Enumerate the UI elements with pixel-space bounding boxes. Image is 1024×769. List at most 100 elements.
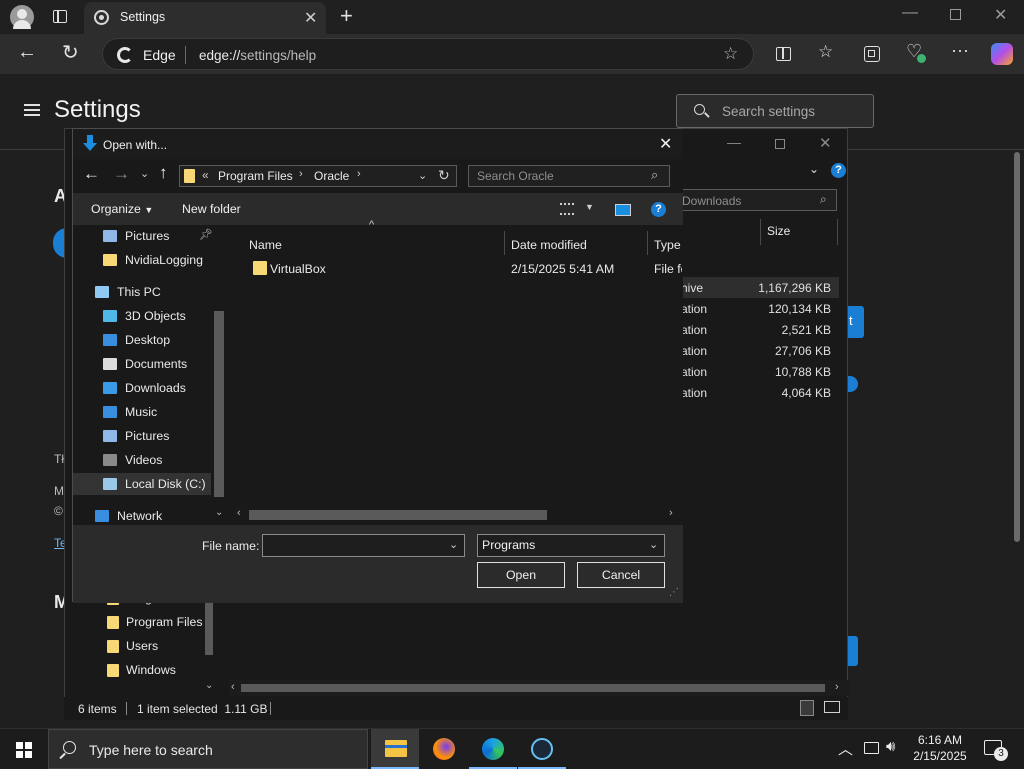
split-screen-icon[interactable] — [776, 47, 791, 61]
chevron-down-icon: ▼ — [144, 205, 154, 215]
download-row-type: ation — [681, 302, 708, 316]
breadcrumb-item-oracle[interactable]: Oracle — [314, 169, 349, 183]
pictures-icon — [103, 230, 117, 242]
expand-ribbon-icon[interactable]: ⌄ — [809, 162, 819, 176]
organize-button[interactable]: Organize ▼ — [91, 202, 153, 216]
details-view-icon[interactable] — [800, 700, 814, 716]
nav-scroll-down-icon[interactable]: ⌄ — [215, 507, 223, 518]
nav-item-label: 3D Objects — [125, 309, 186, 323]
view-options-icon[interactable] — [560, 203, 574, 215]
recent-locations-icon[interactable]: ⌄ — [140, 167, 149, 180]
new-tab-icon[interactable]: + — [340, 3, 353, 29]
browser-tab-bar: Settings ✕ + — ✕ — [0, 0, 1024, 34]
column-header-name[interactable]: Name — [249, 238, 282, 252]
menu-icon[interactable] — [24, 104, 40, 116]
folder-icon — [107, 664, 119, 677]
download-row-size: 1,167,296 KB — [758, 281, 831, 295]
show-hidden-icons-icon[interactable]: ︿ — [838, 738, 853, 759]
clock-date: 2/15/2025 — [913, 749, 967, 763]
nav-scrollbar-thumb[interactable] — [205, 599, 213, 655]
back-icon[interactable]: ← — [83, 164, 100, 184]
address-bar[interactable]: Edge edge://settings/help ☆ — [102, 38, 754, 70]
close-window-icon[interactable]: ✕ — [994, 5, 1007, 25]
profile-avatar[interactable] — [10, 5, 34, 29]
url-path: settings/help — [240, 48, 317, 63]
tab-settings[interactable]: Settings ✕ — [84, 2, 326, 34]
settings-fragment-c: © — [54, 504, 63, 518]
network-icon[interactable] — [864, 742, 879, 754]
open-button[interactable]: Open — [477, 562, 565, 588]
new-folder-button[interactable]: New folder — [182, 202, 241, 216]
size-column-header[interactable]: Size — [767, 224, 790, 238]
file-name-input[interactable]: ⌄ — [262, 534, 465, 557]
collections-icon[interactable] — [864, 46, 880, 62]
system-clock[interactable]: 6:16 AM 2/15/2025 — [908, 732, 972, 764]
restore-icon[interactable] — [950, 9, 961, 20]
download-row-size: 120,134 KB — [768, 302, 831, 316]
help-icon[interactable]: ? — [651, 202, 666, 217]
address-dropdown-icon[interactable]: ⌄ — [418, 169, 427, 182]
preview-pane-icon[interactable] — [615, 204, 631, 216]
back-icon[interactable]: ← — [17, 41, 37, 64]
file-row[interactable]: VirtualBox 2/15/2025 5:41 AM File fo — [243, 257, 683, 279]
large-icons-view-icon[interactable] — [824, 701, 840, 713]
minimize-icon[interactable]: — — [902, 4, 918, 22]
refresh-icon[interactable]: ↻ — [62, 40, 79, 65]
taskbar-edge[interactable] — [469, 729, 517, 769]
taskbar-steam[interactable] — [518, 729, 566, 769]
file-hscrollbar[interactable]: ‹ › — [233, 507, 683, 523]
refresh-icon[interactable]: ↻ — [438, 167, 450, 184]
steam-icon — [531, 738, 553, 760]
explorer-maximize-icon[interactable] — [775, 139, 785, 149]
favorite-star-icon[interactable]: ☆ — [723, 44, 738, 64]
download-row-type: ation — [681, 323, 708, 337]
breadcrumb-prefix: « — [202, 168, 209, 182]
dialog-search-input[interactable]: Search Oracle ⌕ — [468, 165, 670, 187]
documents-icon — [103, 358, 117, 370]
nav-item-label: Pictures — [125, 229, 170, 243]
download-row-type: ation — [681, 386, 708, 400]
favorites-icon[interactable]: ☆ — [818, 42, 833, 62]
settings-scrollbar[interactable] — [1014, 152, 1020, 542]
more-options-icon[interactable]: ··· — [951, 40, 969, 61]
edge-label: Edge — [143, 47, 176, 63]
explorer-hscrollbar[interactable]: ‹ › — [229, 680, 849, 696]
breadcrumb[interactable]: « Program Files › Oracle › ⌄ ↻ — [179, 165, 457, 187]
taskbar-search-box[interactable]: Type here to search — [48, 729, 368, 769]
view-dropdown-icon[interactable]: ▼ — [585, 202, 594, 212]
column-header-date[interactable]: Date modified — [511, 238, 587, 252]
search-icon: ⌕ — [651, 167, 659, 182]
forward-icon[interactable]: → — [113, 164, 130, 184]
close-dialog-icon[interactable]: ✕ — [659, 134, 672, 154]
downloads-search-input[interactable]: Downloads ⌕ — [675, 189, 837, 211]
nav-item-label: Music — [125, 405, 158, 419]
taskbar-file-explorer[interactable] — [371, 729, 419, 769]
firefox-icon — [433, 738, 455, 760]
settings-blue-button-fragment-2[interactable] — [848, 636, 858, 666]
file-type-filter[interactable]: Programs ⌄ — [477, 534, 665, 557]
chevron-down-icon[interactable]: ⌄ — [449, 535, 458, 556]
computer-icon — [95, 286, 109, 298]
column-header-type[interactable]: Type — [654, 238, 681, 252]
breadcrumb-item-program-files[interactable]: Program Files — [218, 169, 293, 183]
help-icon[interactable]: ? — [831, 163, 846, 178]
tree-item-label: Users — [126, 639, 159, 653]
explorer-close-icon[interactable]: ✕ — [819, 134, 832, 152]
start-button[interactable] — [0, 729, 48, 769]
resize-grip-icon[interactable]: ⋰ — [669, 587, 679, 598]
volume-icon[interactable]: 🔊︎ — [886, 738, 895, 755]
download-row-size: 27,706 KB — [774, 344, 831, 358]
cancel-button[interactable]: Cancel — [577, 562, 665, 588]
folder-icon — [184, 169, 195, 183]
taskbar-firefox[interactable] — [420, 729, 468, 769]
settings-blue-button-fragment[interactable]: t — [848, 306, 864, 338]
copilot-icon[interactable] — [991, 43, 1013, 65]
close-tab-icon[interactable]: ✕ — [304, 8, 317, 28]
settings-search-input[interactable]: Search settings — [676, 94, 874, 128]
column-divider — [837, 219, 838, 245]
up-icon[interactable]: ↑ — [159, 163, 168, 183]
explorer-minimize-icon[interactable]: — — [727, 134, 741, 150]
nav-scroll-down-icon[interactable]: ⌄ — [205, 680, 213, 691]
nav-scrollbar[interactable] — [214, 311, 224, 497]
tab-actions-icon[interactable] — [53, 10, 67, 23]
